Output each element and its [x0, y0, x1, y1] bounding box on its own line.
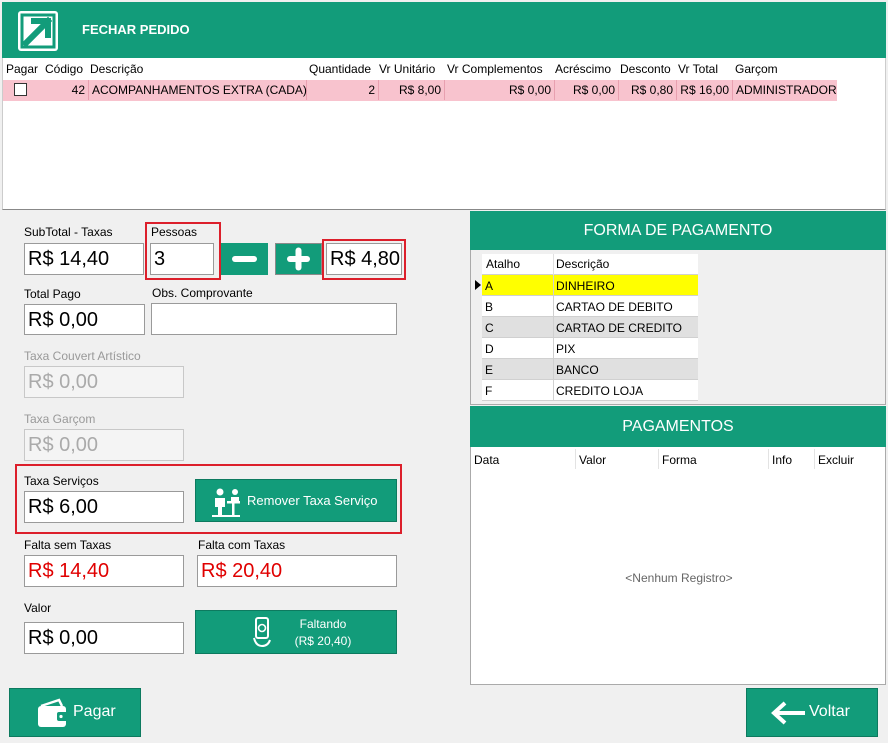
obs-comprovante-input[interactable] [151, 303, 397, 335]
money-hand-icon [253, 617, 271, 648]
logo-icon [18, 11, 58, 51]
minus-button[interactable] [221, 243, 268, 275]
couvert-label: Taxa Couvert Artístico [24, 349, 141, 363]
faltando-button[interactable]: Faltando (R$ 20,40) [195, 610, 397, 654]
forma-row-credito-loja[interactable]: F CREDITO LOJA [482, 380, 698, 401]
row-pointer-icon [475, 280, 481, 290]
column-header-forma[interactable]: Forma [662, 453, 697, 467]
items-table[interactable]: Pagar Código Descrição Quantidade Vr Uni… [2, 58, 886, 210]
fechar-pedido-window: FECHAR PEDIDO Pagar Código Descrição Qua… [0, 0, 888, 743]
cell-quantidade: 2 [307, 80, 379, 100]
falta-sem-taxas-label: Falta sem Taxas [24, 538, 112, 552]
falta-sem-taxas-field: R$ 14,40 [24, 555, 184, 587]
atalho-cell: C [485, 321, 494, 335]
descricao-cell: PIX [556, 342, 576, 356]
atalho-cell: B [485, 300, 494, 314]
forma-pagamento-panel: Atalho Descrição A DINHEIRO B CARTAO DE … [470, 250, 886, 405]
pagar-label: Pagar [73, 703, 116, 720]
voltar-button[interactable]: Voltar [746, 688, 878, 737]
header-bar: FECHAR PEDIDO [2, 2, 886, 58]
taxa-servicos-label: Taxa Serviços [24, 474, 99, 488]
cell-garcom: ADMINISTRADOR [736, 83, 837, 97]
falta-com-taxas-label: Falta com Taxas [198, 538, 286, 552]
valor-label: Valor [24, 601, 52, 615]
descricao-cell: BANCO [556, 363, 599, 377]
obs-comprovante-label: Obs. Comprovante [152, 286, 253, 300]
empty-message: <Nenhum Registro> [625, 571, 733, 585]
valor-input[interactable]: R$ 0,00 [24, 622, 184, 654]
cell-descricao: ACOMPANHAMENTOS EXTRA (CADA) [89, 80, 307, 100]
pessoas-field[interactable]: 3 [150, 243, 214, 275]
forma-row-cartao-debito[interactable]: B CARTAO DE DEBITO [482, 296, 698, 317]
column-header-vr-complementos[interactable]: Vr Complementos [447, 62, 543, 76]
column-header-info[interactable]: Info [772, 453, 792, 467]
pagamentos-table[interactable]: Data Valor Forma Info Excluir <Nenhum Re… [470, 447, 886, 685]
descricao-cell: DINHEIRO [556, 279, 615, 293]
plus-icon [287, 247, 310, 271]
atalho-cell: E [485, 363, 494, 377]
forma-pagamento-header: FORMA DE PAGAMENTO [470, 211, 886, 250]
remover-taxa-servico-button[interactable]: Remover Taxa Serviço [195, 479, 397, 522]
forma-row-pix[interactable]: D PIX [482, 338, 698, 359]
subtotal-label: SubTotal - Taxas [24, 225, 113, 239]
cell-desconto: R$ 0,80 [619, 80, 677, 100]
descricao-cell: CREDITO LOJA [556, 384, 644, 398]
column-header-pagar[interactable]: Pagar [6, 62, 38, 76]
minus-icon [232, 256, 257, 262]
pagar-checkbox[interactable] [14, 83, 27, 96]
column-header-atalho[interactable]: Atalho [486, 257, 520, 271]
cell-acrescimo: R$ 0,00 [555, 80, 619, 100]
waiter-icon [212, 488, 240, 517]
pagamentos-header: PAGAMENTOS [470, 406, 886, 447]
table-row[interactable]: 42 ACOMPANHAMENTOS EXTRA (CADA) 2 R$ 8,0… [3, 80, 837, 101]
column-header-excluir[interactable]: Excluir [818, 453, 854, 467]
descricao-cell: CARTAO DE CREDITO [556, 321, 683, 335]
taxa-servicos-field[interactable]: R$ 6,00 [24, 491, 184, 523]
column-header-codigo[interactable]: Código [45, 62, 83, 76]
forma-row-dinheiro[interactable]: A DINHEIRO [482, 275, 698, 296]
pagar-button[interactable]: Pagar [9, 688, 141, 737]
descricao-cell: CARTAO DE DEBITO [556, 300, 673, 314]
subtotal-field[interactable]: R$ 14,40 [24, 243, 144, 275]
forma-row-cartao-credito[interactable]: C CARTAO DE CREDITO [482, 317, 698, 338]
taxa-garcom-field: R$ 0,00 [24, 429, 184, 461]
column-header-vr-unitario[interactable]: Vr Unitário [379, 62, 435, 76]
per-person-field: R$ 4,80 [326, 243, 402, 275]
atalho-cell: A [485, 279, 494, 293]
arrow-left-icon [771, 701, 805, 725]
column-header-descricao[interactable]: Descrição [90, 62, 143, 76]
remover-taxa-servico-label: Remover Taxa Serviço [247, 493, 378, 508]
column-header-desconto[interactable]: Desconto [620, 62, 671, 76]
atalho-cell: F [485, 384, 493, 398]
column-header-vr-total[interactable]: Vr Total [678, 62, 718, 76]
column-header-garcom[interactable]: Garçom [735, 62, 778, 76]
pessoas-label: Pessoas [151, 225, 198, 239]
forma-pagamento-table-header: Atalho Descrição [482, 254, 698, 275]
falta-com-taxas-field: R$ 20,40 [197, 555, 397, 587]
column-header-valor[interactable]: Valor [579, 453, 606, 467]
faltando-value: (R$ 20,40) [294, 634, 352, 648]
couvert-field: R$ 0,00 [24, 366, 184, 398]
cell-vr-unitario: R$ 8,00 [379, 80, 445, 100]
column-header-descricao-forma[interactable]: Descrição [556, 257, 609, 271]
plus-button[interactable] [275, 243, 322, 275]
column-header-quantidade[interactable]: Quantidade [309, 62, 371, 76]
voltar-label: Voltar [809, 703, 850, 720]
wallet-icon [38, 698, 68, 727]
cell-vr-complementos: R$ 0,00 [445, 80, 555, 100]
total-pago-field[interactable]: R$ 0,00 [24, 304, 145, 335]
page-title: FECHAR PEDIDO [82, 22, 190, 37]
atalho-cell: D [485, 342, 494, 356]
taxa-garcom-label: Taxa Garçom [24, 412, 96, 426]
forma-row-banco[interactable]: E BANCO [482, 359, 698, 380]
column-header-data[interactable]: Data [474, 453, 499, 467]
column-header-acrescimo[interactable]: Acréscimo [555, 62, 611, 76]
cell-codigo: 42 [43, 80, 89, 100]
cell-vr-total: R$ 16,00 [677, 80, 733, 100]
faltando-label: Faltando [299, 617, 347, 631]
total-pago-label: Total Pago [24, 287, 81, 301]
